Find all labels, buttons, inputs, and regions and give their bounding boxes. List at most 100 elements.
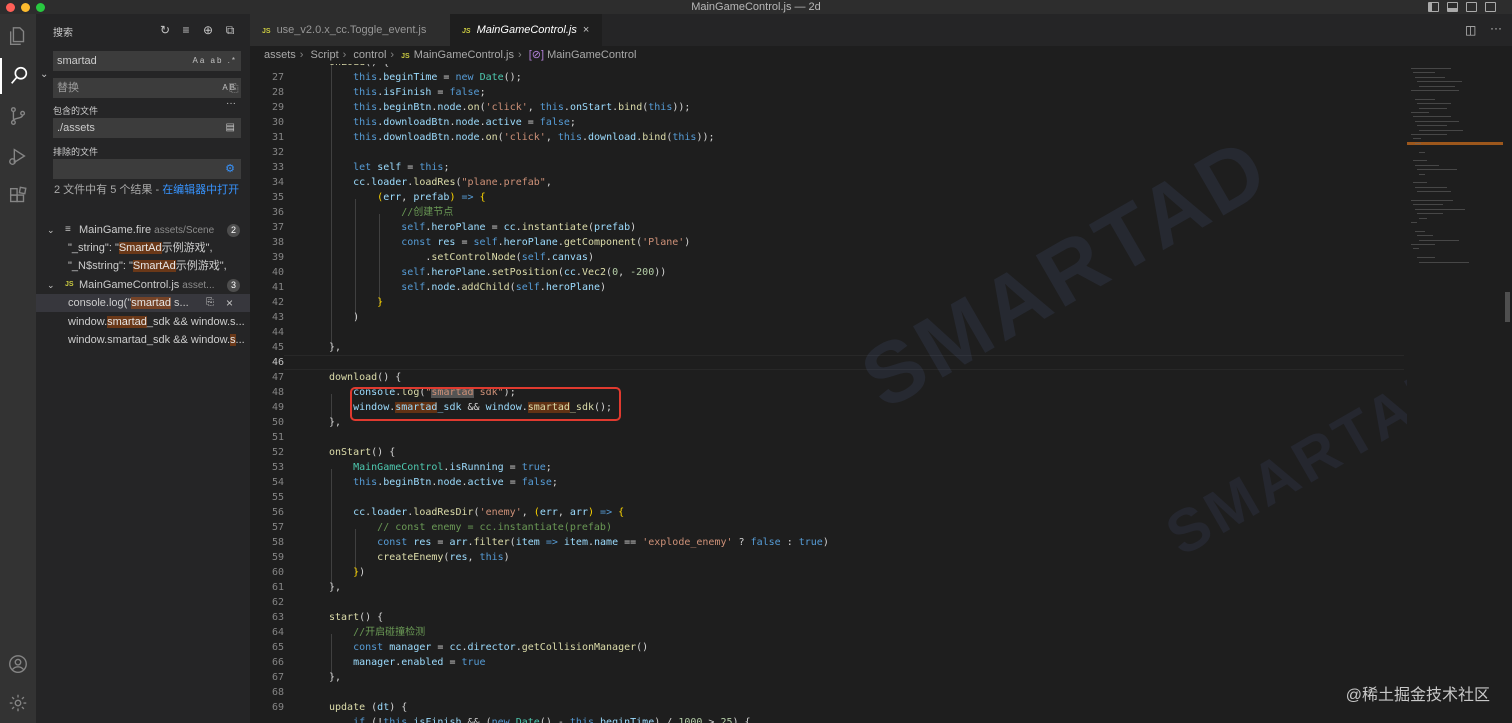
line-number: 47 [271, 372, 284, 383]
search-options[interactable]: Aa ab .* [193, 51, 237, 71]
line-number: 60 [271, 567, 284, 578]
close-tab-icon[interactable]: × [583, 24, 589, 36]
more-actions-icon[interactable]: ··· [1490, 21, 1502, 35]
breadcrumb: assets › Script › control › JS MainGameContr… [250, 46, 1512, 64]
line-number: 66 [271, 657, 284, 668]
use-exclude-settings-icon[interactable]: ⚙ [225, 159, 237, 179]
line-number: 37 [271, 222, 284, 233]
line-number: 32 [271, 147, 284, 158]
search-input[interactable]: smartad Aa ab .* [53, 51, 241, 71]
match-item[interactable]: "_N$string": "SmartAd示例游戏", [68, 257, 250, 275]
line-number: 55 [271, 492, 284, 503]
activity-bar [0, 14, 36, 723]
line-number: 48 [271, 387, 284, 398]
file-lines-icon: ≡ [65, 224, 71, 235]
line-number: 64 [271, 627, 284, 638]
line-number: 39 [271, 252, 284, 263]
collapse-all-icon[interactable]: ⧉ [223, 23, 237, 37]
run-debug-icon[interactable] [0, 138, 36, 174]
search-icon[interactable] [0, 58, 36, 94]
tab-toggle-event-js[interactable]: JS use_v2.0.x_cc.Toggle_event.js [250, 14, 450, 46]
line-number: 27 [271, 72, 284, 83]
include-files-label: 包含的文件 [53, 106, 99, 116]
line-number: 51 [271, 432, 284, 443]
split-editor-icon[interactable]: ◫ [1465, 23, 1476, 37]
line-number: 45 [271, 342, 284, 353]
line-number: 62 [271, 597, 284, 608]
account-icon[interactable] [0, 646, 36, 682]
breadcrumb-assets[interactable]: assets [264, 49, 296, 61]
results-summary: 2 文件中有 5 个结果 - 在编辑器中打开 [54, 184, 240, 196]
toggle-replace-icon[interactable]: ⌄ [40, 69, 48, 80]
more-options-icon[interactable]: ··· [226, 98, 236, 109]
js-file-icon: JS [262, 28, 271, 35]
line-number: 65 [271, 642, 284, 653]
clear-results-icon[interactable]: ≡ [179, 23, 193, 37]
open-in-editor-link[interactable]: 在编辑器中打开 [162, 184, 239, 196]
result-file-maingamecontrol-js[interactable]: ⌄ JS MainGameControl.js asset... 3 [36, 276, 250, 294]
customize-layout-icon[interactable] [1485, 2, 1496, 12]
line-number: 33 [271, 162, 284, 173]
line-number: 50 [271, 417, 284, 428]
breadcrumb-class[interactable]: MainGameControl [547, 49, 636, 61]
line-number: 44 [271, 327, 284, 338]
minimap-match-highlight [1407, 142, 1503, 145]
breadcrumb-script[interactable]: Script [311, 49, 339, 61]
match-item[interactable]: window.smartad_sdk && window.s... [68, 313, 250, 331]
tab-maingamecontrol-js[interactable]: JS MainGameControl.js × [450, 14, 602, 46]
scroll-thumb[interactable] [1505, 292, 1510, 322]
line-number: 31 [271, 132, 284, 143]
vertical-scrollbar[interactable] [1503, 64, 1512, 723]
source-credit: @稀土掘金技术社区 [1345, 687, 1490, 704]
exclude-files-label: 排除的文件 [53, 147, 99, 157]
line-number: 67 [271, 672, 284, 683]
line-number: 58 [271, 537, 284, 548]
result-file-maingame-fire[interactable]: ⌄ ≡ MainGame.fire assets/Scene 2 [36, 221, 250, 239]
line-number: 46 [271, 357, 284, 368]
breadcrumb-control[interactable]: control [353, 49, 386, 61]
breadcrumb-file[interactable]: MainGameControl.js [414, 49, 514, 61]
match-item[interactable]: "_string": "SmartAd示例游戏", [68, 239, 250, 257]
refresh-icon[interactable]: ↻ [158, 23, 172, 37]
toggle-panel-icon[interactable] [1447, 2, 1458, 12]
line-number: 30 [271, 117, 284, 128]
explorer-icon[interactable] [0, 18, 36, 54]
dismiss-match-icon[interactable]: × [226, 294, 233, 312]
title-bar: MainGameControl.js — 2d [0, 0, 1512, 14]
toggle-sidebar-icon[interactable] [1428, 2, 1439, 12]
new-search-editor-icon[interactable]: ⊕ [201, 23, 215, 37]
replace-all-icon[interactable]: ⎘ [229, 81, 239, 96]
code-editor[interactable]: 27 28 29 30 31 32 33 34 35 36 37 38 39 40 41 42 43 44 45 46… [250, 64, 1512, 723]
extensions-icon[interactable] [0, 178, 36, 214]
exclude-files-input[interactable]: ⚙ [53, 159, 241, 179]
line-number: 63 [271, 612, 284, 623]
layout-icon[interactable] [1466, 2, 1477, 12]
match-item-selected[interactable]: console.log("smartad s... ⎘ × [36, 294, 250, 312]
line-number: 41 [271, 282, 284, 293]
line-number: 29 [271, 102, 284, 113]
line-number: 59 [271, 552, 284, 563]
line-number: 42 [271, 297, 284, 308]
line-number: 61 [271, 582, 284, 593]
sidebar-title: 搜索 [53, 28, 73, 39]
line-number: 53 [271, 462, 284, 473]
line-number: 34 [271, 177, 284, 188]
js-file-icon: JS [462, 28, 471, 35]
js-file-icon: JS [65, 281, 74, 288]
line-number: 35 [271, 192, 284, 203]
minimap[interactable] [1407, 64, 1503, 723]
editor-tabs: JS use_v2.0.x_cc.Toggle_event.js JS MainGa… [250, 14, 1512, 46]
include-files-input[interactable]: ./assets ▤ [53, 118, 241, 138]
line-number: 28 [271, 87, 284, 98]
chevron-down-icon: ⌄ [47, 225, 55, 235]
line-number: 54 [271, 477, 284, 488]
settings-gear-icon[interactable] [0, 685, 36, 721]
match-count-badge: 2 [227, 224, 240, 237]
window-title: MainGameControl.js — 2d [691, 1, 821, 13]
replace-match-icon[interactable]: ⎘ [206, 294, 214, 312]
line-number: 36 [271, 207, 284, 218]
open-editors-only-icon[interactable]: ▤ [226, 118, 237, 138]
replace-input[interactable]: 替换 AB [53, 78, 241, 98]
source-control-icon[interactable] [0, 98, 36, 134]
match-item[interactable]: window.smartad_sdk && window.s... [68, 331, 250, 349]
